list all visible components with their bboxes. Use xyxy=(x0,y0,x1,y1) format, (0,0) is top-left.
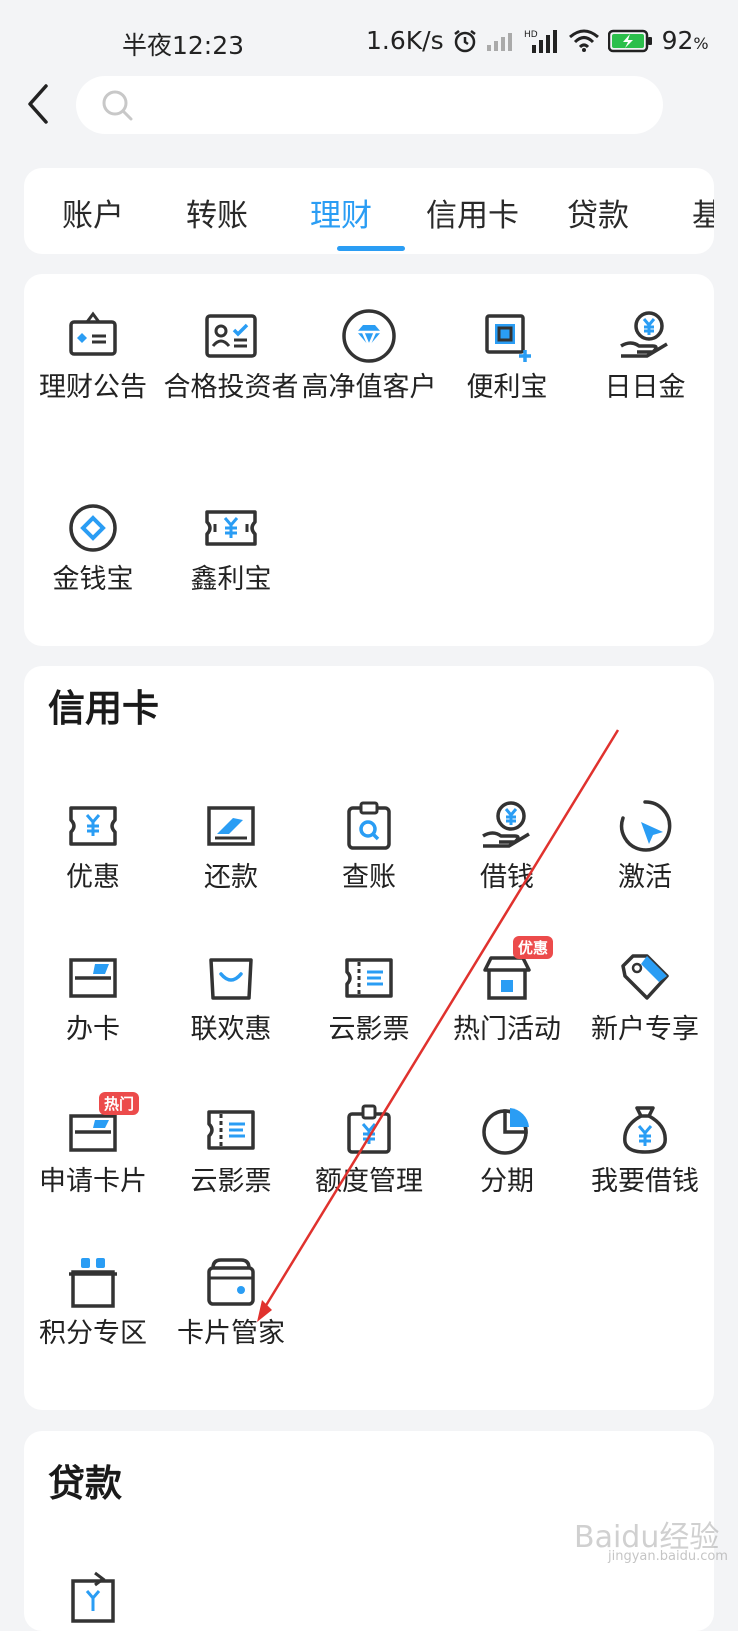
menu-item-jinqianbao[interactable]: 金钱宝 xyxy=(24,500,162,601)
convenience-icon xyxy=(485,314,531,362)
menu-item-new-customer[interactable]: 新户专享 xyxy=(576,950,714,1051)
category-tabs: 账户 转账 理财 信用卡 贷款 基 xyxy=(24,168,714,254)
tab-loan[interactable]: 贷款 xyxy=(567,190,629,235)
yen-ticket-icon xyxy=(205,510,257,546)
signal-hd-icon: HD xyxy=(524,29,557,53)
credit-card-section: 信用卡 优惠 还款 查账 借钱 激活 办卡 联欢惠 云影票 优惠 热门活动 新户… xyxy=(24,666,714,1410)
menu-item-card-manager[interactable]: 卡片管家 xyxy=(162,1254,300,1355)
menu-item-installment[interactable]: 分期 xyxy=(438,1102,576,1203)
apply-card-icon xyxy=(69,958,117,998)
announcement-icon xyxy=(69,311,117,356)
tab-fund[interactable]: 基 xyxy=(692,190,714,235)
menu-item-bianlibao[interactable]: 便利宝 xyxy=(438,308,576,409)
status-icons: 1.6K/s HD 92% xyxy=(366,26,709,55)
menu-item-high-net-worth[interactable]: 高净值客户 xyxy=(300,308,438,409)
battery-charging-icon xyxy=(607,29,652,52)
menu-item-discount[interactable]: 优惠 xyxy=(24,798,162,899)
diamond-icon xyxy=(342,309,396,363)
menu-item-loan-partial[interactable] xyxy=(24,1569,162,1625)
status-time: 半夜12:23 xyxy=(122,31,245,60)
menu-item-ririjin[interactable]: 日日金 xyxy=(576,308,714,409)
menu-item-lianhuanhui[interactable]: 联欢惠 xyxy=(162,950,300,1051)
money-bag-icon xyxy=(623,1106,667,1154)
movie-ticket-icon xyxy=(345,958,393,998)
tab-wealth[interactable]: 理财 xyxy=(310,190,372,235)
menu-item-xinlibao[interactable]: 鑫利宝 xyxy=(162,500,300,601)
search-input[interactable] xyxy=(146,86,630,126)
gift-icon xyxy=(69,1258,117,1308)
menu-item-apply-card[interactable]: 办卡 xyxy=(24,950,162,1051)
menu-item-borrow[interactable]: 借钱 xyxy=(438,798,576,899)
movie-ticket-icon xyxy=(207,1110,255,1150)
limit-icon xyxy=(347,1104,391,1154)
coin-icon xyxy=(69,504,117,552)
tab-active-indicator xyxy=(337,246,405,251)
promo-badge: 优惠 xyxy=(513,936,554,959)
watermark-url: jingyan.baidu.com xyxy=(608,1549,728,1564)
tab-account[interactable]: 账户 xyxy=(62,190,124,235)
menu-item-borrow-money[interactable]: 我要借钱 xyxy=(576,1102,714,1203)
alarm-icon xyxy=(453,29,476,52)
tab-transfer[interactable]: 转账 xyxy=(186,190,248,235)
menu-item-activate[interactable]: 激活 xyxy=(576,798,714,899)
repay-icon xyxy=(207,806,255,846)
menu-item-limit-management[interactable]: 额度管理 xyxy=(300,1102,438,1203)
menu-item-wealth-notice[interactable]: 理财公告 xyxy=(24,308,162,409)
network-speed: 1.6K/s xyxy=(366,26,444,55)
wealth-section: 理财公告 合格投资者 高净值客户 便利宝 日日金 金钱宝 鑫利宝 xyxy=(24,274,714,646)
menu-item-repay[interactable]: 还款 xyxy=(162,798,300,899)
search-bar[interactable] xyxy=(76,76,663,134)
status-bar: 半夜12:23 1.6K/s HD 92% xyxy=(0,0,738,80)
shopping-bag-icon xyxy=(209,958,253,1000)
top-bar xyxy=(0,76,738,136)
menu-item-qualified-investor[interactable]: 合格投资者 xyxy=(162,308,300,409)
section-title-loan: 贷款 xyxy=(48,1462,122,1505)
yen-hand-icon xyxy=(620,311,668,358)
wifi-icon xyxy=(568,29,599,52)
hot-badge: 热门 xyxy=(99,1092,140,1115)
pie-icon xyxy=(482,1108,529,1155)
menu-item-movie-ticket[interactable]: 云影票 xyxy=(300,950,438,1051)
menu-item-hot-activity[interactable]: 优惠 热门活动 xyxy=(438,936,576,1051)
battery-level: 92% xyxy=(661,26,709,55)
tag-icon xyxy=(621,954,669,1000)
check-bill-icon xyxy=(347,801,391,850)
investor-id-icon xyxy=(205,314,257,358)
menu-item-movie-ticket-2[interactable]: 云影票 xyxy=(162,1102,300,1203)
svg-text:HD: HD xyxy=(524,30,538,40)
menu-item-apply-card-2[interactable]: 热门 申请卡片 xyxy=(24,1092,162,1203)
search-icon xyxy=(102,90,133,121)
tab-credit-card[interactable]: 信用卡 xyxy=(426,190,519,235)
section-title-credit: 信用卡 xyxy=(48,687,159,730)
activate-icon xyxy=(619,800,672,852)
menu-item-points[interactable]: 积分专区 xyxy=(24,1254,162,1355)
borrow-icon xyxy=(482,801,530,848)
wallet-icon xyxy=(207,1258,255,1306)
signal-weak-icon xyxy=(486,32,512,51)
menu-item-check-bill[interactable]: 查账 xyxy=(300,798,438,899)
loan-icon xyxy=(71,1571,115,1623)
back-icon[interactable] xyxy=(24,82,54,126)
discount-ticket-icon xyxy=(69,806,117,846)
